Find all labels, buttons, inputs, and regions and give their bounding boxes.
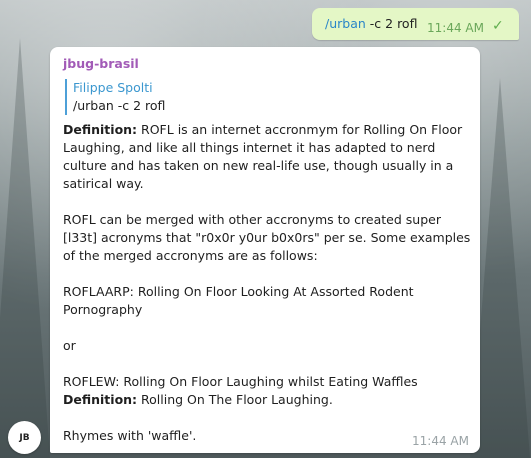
paragraph-text: Rhymes with 'waffle'. <box>63 428 197 443</box>
message-paragraph: ROFLEW: Rolling On Floor Laughing whilst… <box>63 373 475 391</box>
message-paragraph: ROFLAARP: Rolling On Floor Looking At As… <box>63 283 475 319</box>
avatar[interactable]: JB <box>8 421 41 454</box>
outgoing-message-text: /urban -c 2 rofl <box>325 16 417 31</box>
message-paragraph: Definition: ROFL is an internet accronmy… <box>63 121 475 193</box>
paragraph-text: ROFL can be merged with other accronyms … <box>63 212 471 263</box>
paragraph-text: ROFLEW: Rolling On Floor Laughing whilst… <box>63 374 418 389</box>
outgoing-message-time: 11:44 AM <box>427 21 484 35</box>
reply-text: /urban -c 2 rofl <box>73 98 166 113</box>
definition-label: Definition: <box>63 122 138 137</box>
check-icon: ✓ <box>492 18 504 34</box>
message-paragraph: Definition: Rolling On The Floor Laughin… <box>63 391 475 409</box>
reply-quote[interactable]: Filippe Spolti /urban -c 2 rofl <box>65 79 165 115</box>
incoming-message[interactable]: jbug-brasil Filippe Spolti /urban -c 2 r… <box>50 47 480 453</box>
reply-author: Filippe Spolti <box>73 80 153 95</box>
outgoing-message[interactable]: /urban -c 2 rofl 11:44 AM ✓ <box>312 8 519 40</box>
paragraph-text: or <box>63 338 76 353</box>
command-args: -c 2 rofl <box>369 16 418 31</box>
definition-label: Definition: <box>63 392 138 407</box>
command-link[interactable]: /urban <box>325 16 366 31</box>
incoming-message-time: 11:44 AM <box>412 434 469 448</box>
paragraph-text: ROFLAARP: Rolling On Floor Looking At As… <box>63 284 414 317</box>
message-paragraph: ROFL can be merged with other accronyms … <box>63 211 475 265</box>
message-body: Definition: ROFL is an internet accronmy… <box>63 121 475 445</box>
sender-name[interactable]: jbug-brasil <box>63 56 139 71</box>
paragraph-text: Rolling On The Floor Laughing. <box>137 392 333 407</box>
background-tree <box>0 38 50 458</box>
avatar-text: JB <box>19 432 30 443</box>
message-paragraph: or <box>63 337 475 355</box>
